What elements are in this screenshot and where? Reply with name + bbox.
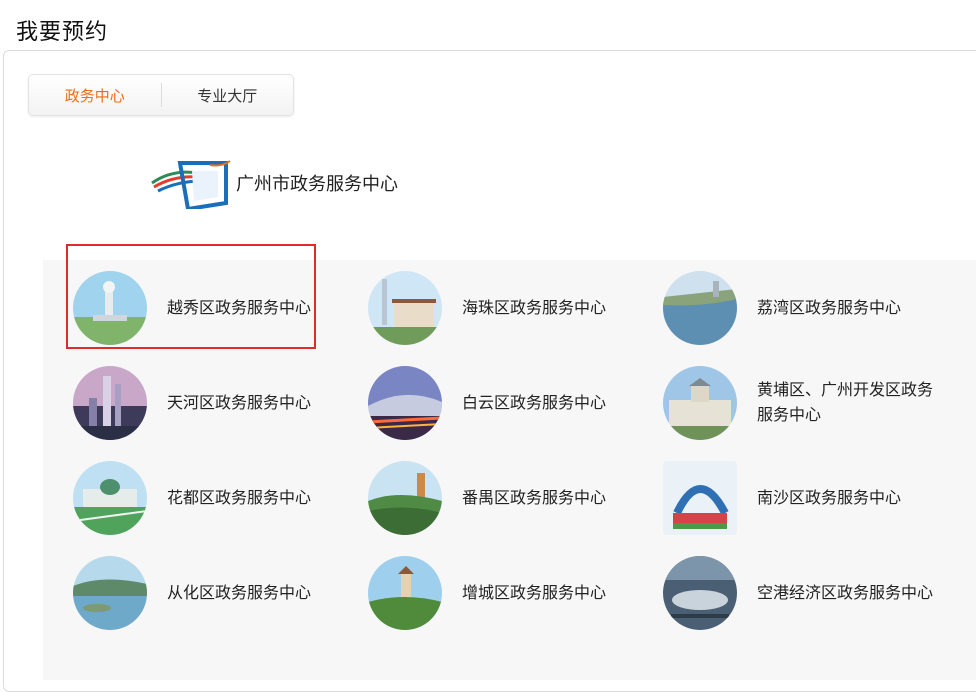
center-label: 荔湾区政务服务中心 (757, 299, 902, 317)
page-title: 我要预约 (16, 19, 109, 44)
center-zengcheng[interactable]: 增城区政务服务中心 (368, 556, 606, 630)
terminal-photo-icon (663, 556, 737, 630)
center-nansha[interactable]: 南沙区政务服务中心 (663, 461, 901, 535)
center-haizhu[interactable]: 海珠区政务服务中心 (368, 271, 606, 345)
river-photo-icon (663, 271, 737, 345)
center-airport-economic-zone[interactable]: 空港经济区政务服务中心 (663, 556, 933, 630)
center-panyu[interactable]: 番禺区政务服务中心 (368, 461, 606, 535)
center-label: 天河区政务服务中心 (167, 394, 312, 412)
tab-professional-hall[interactable]: 专业大厅 (162, 75, 294, 115)
center-label: 从化区政务服务中心 (167, 584, 312, 602)
statue-photo-icon (73, 271, 147, 345)
center-label: 增城区政务服务中心 (462, 584, 607, 602)
center-tianhe[interactable]: 天河区政务服务中心 (73, 366, 311, 440)
center-conghua[interactable]: 从化区政务服务中心 (73, 556, 311, 630)
center-label: 越秀区政务服务中心 (167, 299, 312, 317)
center-baiyun[interactable]: 白云区政务服务中心 (368, 366, 606, 440)
arch-photo-icon (663, 461, 737, 535)
center-huangpu[interactable]: 黄埔区、广州开发区政务服务中心 (663, 366, 942, 440)
city-center-logo[interactable]: 广州市政务服务中心 (150, 157, 398, 209)
temple-photo-icon (368, 556, 442, 630)
skyline-photo-icon (73, 366, 147, 440)
center-label: 南沙区政务服务中心 (757, 489, 902, 507)
center-huadu[interactable]: 花都区政务服务中心 (73, 461, 311, 535)
tab-bar: 政务中心 专业大厅 (28, 74, 294, 116)
city-center-name: 广州市政务服务中心 (236, 174, 398, 194)
tower-photo-icon (368, 271, 442, 345)
center-yuexiu[interactable]: 越秀区政务服务中心 (73, 271, 311, 345)
airport-photo-icon (368, 366, 442, 440)
lake-photo-icon (73, 556, 147, 630)
center-label: 花都区政务服务中心 (167, 489, 312, 507)
center-label: 白云区政务服务中心 (462, 394, 607, 412)
center-label: 空港经济区政务服务中心 (757, 584, 934, 602)
center-liwan[interactable]: 荔湾区政务服务中心 (663, 271, 901, 345)
center-label: 番禺区政务服务中心 (462, 489, 607, 507)
window-emblem-icon (151, 160, 231, 209)
center-label: 海珠区政务服务中心 (462, 299, 607, 317)
center-label: 黄埔区、广州开发区政务服务中心 (757, 382, 934, 424)
building-photo-icon (663, 366, 737, 440)
pagoda-photo-icon (368, 461, 442, 535)
palace-photo-icon (73, 461, 147, 535)
tab-government-center[interactable]: 政务中心 (29, 75, 161, 115)
